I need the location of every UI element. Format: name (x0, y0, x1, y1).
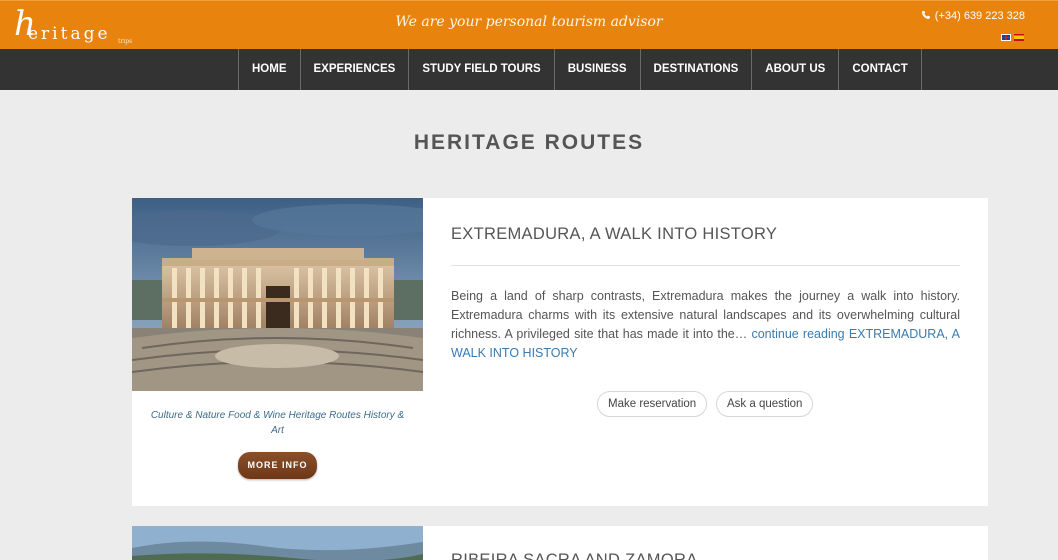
page-title: HERITAGE ROUTES (413, 131, 645, 154)
landscape-image (132, 526, 423, 560)
nav-item-about-us[interactable]: ABOUT US (752, 49, 840, 90)
route-description: Being a land of sharp contrasts, Extrema… (451, 287, 960, 363)
title-divider (451, 265, 960, 266)
more-info-button[interactable]: MORE INFO (238, 452, 317, 479)
make-reservation-button[interactable]: Make reservation (597, 391, 708, 417)
main-navbar: HOME EXPERIENCES STUDY FIELD TOURS BUSIN… (0, 49, 1058, 90)
route-tags[interactable]: Culture & Nature Food & Wine Heritage Ro… (148, 408, 407, 438)
nav-item-experiences[interactable]: EXPERIENCES (301, 49, 410, 90)
nav-item-destinations[interactable]: DESTINATIONS (641, 49, 753, 90)
nav-item-study-field-tours[interactable]: STUDY FIELD TOURS (409, 49, 555, 90)
phone-icon (921, 11, 930, 19)
tagline: We are your personal tourism advisor (395, 14, 663, 30)
uk-flag-icon[interactable] (1001, 34, 1011, 42)
route-card: RIBEIRA SACRA AND ZAMORA (132, 526, 988, 560)
main-nav: HOME EXPERIENCES STUDY FIELD TOURS BUSIN… (238, 49, 922, 90)
ask-question-button[interactable]: Ask a question (716, 391, 814, 417)
route-photo[interactable] (132, 526, 423, 560)
logo-subtext: trips (118, 38, 133, 45)
phone-contact[interactable]: (+34) 639 223 328 (921, 10, 1025, 22)
route-card: Culture & Nature Food & Wine Heritage Ro… (132, 198, 988, 506)
spain-flag-icon[interactable] (1014, 34, 1024, 42)
route-title[interactable]: RIBEIRA SACRA AND ZAMORA (451, 551, 698, 560)
nav-item-contact[interactable]: CONTACT (839, 49, 922, 90)
language-switcher (998, 29, 1024, 47)
top-header: h eritage trips We are your personal tou… (0, 0, 1058, 49)
route-photo[interactable] (132, 198, 423, 391)
route-title[interactable]: EXTREMADURA, A WALK INTO HISTORY (451, 225, 777, 244)
phone-number: (+34) 639 223 328 (934, 10, 1025, 22)
nav-item-home[interactable]: HOME (239, 49, 301, 90)
nav-item-business[interactable]: BUSINESS (555, 49, 641, 90)
roman-theatre-image (132, 198, 423, 391)
